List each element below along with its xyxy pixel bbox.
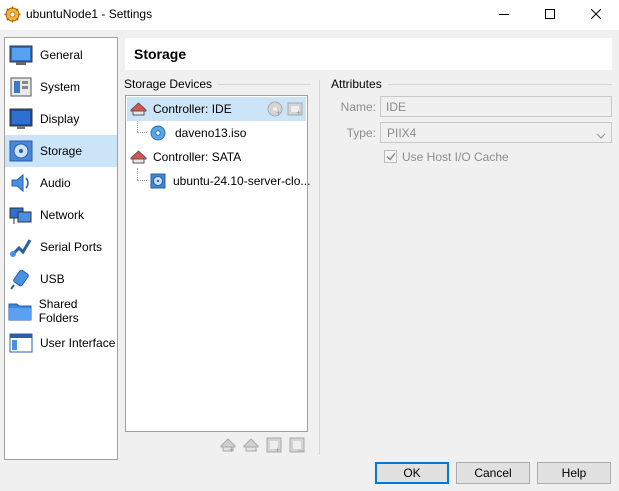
add-attachment-icon[interactable]: +: [265, 436, 283, 454]
user-interface-icon: [8, 331, 34, 355]
add-hard-disk-icon[interactable]: +: [286, 100, 304, 118]
checkmark-icon: [385, 150, 396, 164]
svg-text:+: +: [275, 445, 280, 454]
svg-text:–: –: [298, 445, 303, 454]
sidebar-item-serial-ports[interactable]: Serial Ports: [5, 231, 117, 263]
tree-item-label: daveno13.iso: [175, 126, 247, 140]
controller-icon: [130, 101, 148, 117]
close-button[interactable]: [573, 0, 619, 30]
panel-separator: [319, 80, 320, 455]
remove-attachment-icon[interactable]: –: [288, 436, 306, 454]
optical-disc-icon: [150, 125, 168, 141]
storage-icon: [8, 139, 34, 163]
minimize-icon: [499, 8, 509, 22]
sidebar-item-label: Display: [40, 112, 80, 126]
controller-name-field[interactable]: [380, 96, 612, 117]
sidebar-item-system[interactable]: System: [5, 71, 117, 103]
sidebar-item-label: Audio: [40, 176, 71, 190]
svg-text:+: +: [276, 108, 281, 117]
tree-item-attachment[interactable]: daveno13.iso: [127, 121, 306, 145]
tree-item-attachment[interactable]: ubuntu-24.10-server-clo...: [127, 169, 310, 193]
close-icon: [590, 8, 602, 22]
help-button[interactable]: Help: [537, 462, 611, 484]
storage-tree[interactable]: Controller: IDE + + daveno13.iso Control…: [125, 95, 310, 432]
sidebar-item-general[interactable]: General: [5, 39, 117, 71]
storage-devices-title: Storage Devices: [124, 77, 219, 91]
attributes-title: Attributes: [331, 77, 388, 91]
use-host-io-cache-label: Use Host I/O Cache: [402, 150, 509, 164]
sidebar-item-label: System: [40, 80, 81, 94]
sidebar-item-network[interactable]: Network: [5, 199, 117, 231]
maximize-icon: [545, 8, 555, 22]
sidebar-item-label: General: [40, 48, 83, 62]
hard-disk-icon: [150, 173, 166, 189]
page-header: Storage: [125, 38, 612, 70]
usb-icon: [8, 267, 34, 291]
add-controller-icon[interactable]: +: [219, 436, 237, 454]
shared-folders-icon: [8, 299, 33, 323]
add-optical-drive-icon[interactable]: +: [266, 100, 284, 118]
controller-type-value: PIIX4: [387, 126, 417, 140]
controller-type-select[interactable]: PIIX4: [380, 122, 612, 143]
ok-button[interactable]: OK: [375, 462, 449, 484]
sidebar-item-label: USB: [40, 272, 65, 286]
audio-icon: [8, 171, 34, 195]
svg-text:+: +: [229, 445, 234, 454]
cancel-button[interactable]: Cancel: [456, 462, 530, 484]
minimize-button[interactable]: [481, 0, 527, 30]
maximize-button[interactable]: [527, 0, 573, 30]
tree-item-controller-ide[interactable]: Controller: IDE + +: [127, 97, 306, 121]
sidebar-item-label: Shared Folders: [38, 297, 79, 325]
title-bar: ubuntuNode1 - Settings: [0, 0, 619, 30]
sidebar-item-label: User Interface: [40, 336, 116, 350]
settings-sidebar: General System Display Storage Audio Net…: [4, 37, 118, 460]
svg-text:–: –: [252, 445, 257, 454]
sidebar-item-storage[interactable]: Storage: [5, 135, 117, 167]
controller-icon: [130, 149, 148, 165]
display-icon: [8, 107, 34, 131]
tree-item-label: ubuntu-24.10-server-clo...: [173, 174, 311, 188]
sidebar-item-user-interface[interactable]: User Interface: [5, 327, 117, 359]
window-title: ubuntuNode1 - Settings: [26, 7, 153, 21]
system-icon: [8, 75, 34, 99]
tree-item-label: Controller: SATA: [153, 150, 242, 164]
type-label: Type:: [346, 126, 376, 140]
remove-controller-icon[interactable]: –: [242, 436, 260, 454]
tree-item-controller-sata[interactable]: Controller: SATA: [127, 145, 306, 169]
use-host-io-cache-checkbox[interactable]: [384, 150, 397, 163]
tree-item-label: Controller: IDE: [153, 102, 232, 116]
sidebar-item-shared-folders[interactable]: Shared Folders: [5, 295, 117, 327]
network-icon: [8, 203, 34, 227]
name-label: Name:: [340, 100, 376, 114]
virtualbox-icon: [4, 6, 21, 23]
sidebar-item-display[interactable]: Display: [5, 103, 117, 135]
sidebar-item-label: Serial Ports: [40, 240, 103, 254]
svg-text:+: +: [296, 108, 301, 117]
general-icon: [8, 43, 34, 67]
page-title: Storage: [134, 46, 187, 62]
sidebar-item-audio[interactable]: Audio: [5, 167, 117, 199]
serial-ports-icon: [8, 235, 34, 259]
sidebar-item-label: Storage: [40, 144, 83, 158]
sidebar-item-label: Network: [40, 208, 85, 222]
sidebar-item-usb[interactable]: USB: [5, 263, 117, 295]
chevron-down-icon: [596, 129, 606, 143]
